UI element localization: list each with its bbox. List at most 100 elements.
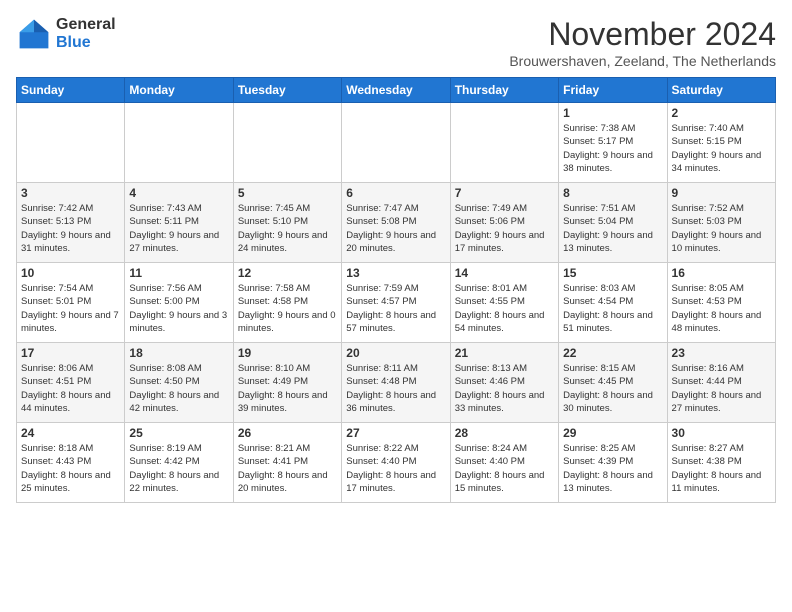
cell-day-number: 21	[455, 346, 554, 360]
cell-info: Sunrise: 7:43 AM Sunset: 5:11 PM Dayligh…	[129, 202, 228, 255]
logo: General Blue	[16, 16, 116, 52]
calendar-cell: 3 Sunrise: 7:42 AM Sunset: 5:13 PM Daylig…	[17, 183, 125, 263]
calendar-cell	[450, 103, 558, 183]
cell-info: Sunrise: 8:03 AM Sunset: 4:54 PM Dayligh…	[563, 282, 662, 335]
cell-day-number: 18	[129, 346, 228, 360]
calendar-cell: 28 Sunrise: 8:24 AM Sunset: 4:40 PM Dayli…	[450, 423, 558, 503]
calendar-cell: 12Sunrise: 7:58 AM Sunset: 4:58 PM Dayli…	[233, 263, 341, 343]
cell-info: Sunrise: 7:59 AM Sunset: 4:57 PM Dayligh…	[346, 282, 445, 335]
cell-day-number: 22	[563, 346, 662, 360]
cell-info: Sunrise: 8:05 AM Sunset: 4:53 PM Dayligh…	[672, 282, 771, 335]
cell-info: Sunrise: 8:08 AM Sunset: 4:50 PM Dayligh…	[129, 362, 228, 415]
cell-info: Sunrise: 8:21 AM Sunset: 4:41 PM Dayligh…	[238, 442, 337, 495]
calendar-cell	[342, 103, 450, 183]
cell-day-number: 4	[129, 186, 228, 200]
cell-info: Sunrise: 7:52 AM Sunset: 5:03 PM Dayligh…	[672, 202, 771, 255]
cell-info: Sunrise: 7:45 AM Sunset: 5:10 PM Dayligh…	[238, 202, 337, 255]
calendar-cell	[125, 103, 233, 183]
cell-day-number: 27	[346, 426, 445, 440]
cell-info: Sunrise: 7:47 AM Sunset: 5:08 PM Dayligh…	[346, 202, 445, 255]
day-header-thursday: Thursday	[450, 78, 558, 103]
calendar-cell: 20 Sunrise: 8:11 AM Sunset: 4:48 PM Dayli…	[342, 343, 450, 423]
location-subtitle: Brouwershaven, Zeeland, The Netherlands	[509, 53, 776, 69]
cell-info: Sunrise: 8:19 AM Sunset: 4:42 PM Dayligh…	[129, 442, 228, 495]
calendar-cell: 23 Sunrise: 8:16 AM Sunset: 4:44 PM Dayli…	[667, 343, 775, 423]
cell-day-number: 28	[455, 426, 554, 440]
logo-text: General Blue	[56, 16, 116, 52]
logo-icon	[16, 16, 52, 52]
calendar-cell: 27 Sunrise: 8:22 AM Sunset: 4:40 PM Dayli…	[342, 423, 450, 503]
calendar-cell: 22 Sunrise: 8:15 AM Sunset: 4:45 PM Dayli…	[559, 343, 667, 423]
calendar-cell: 25Sunrise: 8:19 AM Sunset: 4:42 PM Dayli…	[125, 423, 233, 503]
calendar-cell: 10 Sunrise: 7:54 AM Sunset: 5:01 PM Dayli…	[17, 263, 125, 343]
calendar-table: SundayMondayTuesdayWednesdayThursdayFrid…	[16, 77, 776, 503]
cell-day-number: 15	[563, 266, 662, 280]
cell-day-number: 5	[238, 186, 337, 200]
calendar-cell: 6 Sunrise: 7:47 AM Sunset: 5:08 PM Daylig…	[342, 183, 450, 263]
cell-day-number: 8	[563, 186, 662, 200]
day-header-sunday: Sunday	[17, 78, 125, 103]
cell-info: Sunrise: 8:27 AM Sunset: 4:38 PM Dayligh…	[672, 442, 771, 495]
calendar-cell: 11Sunrise: 7:56 AM Sunset: 5:00 PM Dayli…	[125, 263, 233, 343]
cell-info: Sunrise: 8:16 AM Sunset: 4:44 PM Dayligh…	[672, 362, 771, 415]
calendar-cell: 4 Sunrise: 7:43 AM Sunset: 5:11 PM Daylig…	[125, 183, 233, 263]
cell-day-number: 13	[346, 266, 445, 280]
cell-day-number: 16	[672, 266, 771, 280]
cell-info: Sunrise: 8:11 AM Sunset: 4:48 PM Dayligh…	[346, 362, 445, 415]
day-header-wednesday: Wednesday	[342, 78, 450, 103]
calendar-cell: 15 Sunrise: 8:03 AM Sunset: 4:54 PM Dayli…	[559, 263, 667, 343]
calendar-cell: 2 Sunrise: 7:40 AM Sunset: 5:15 PM Daylig…	[667, 103, 775, 183]
cell-day-number: 10	[21, 266, 120, 280]
cell-day-number: 29	[563, 426, 662, 440]
calendar-cell: 9 Sunrise: 7:52 AM Sunset: 5:03 PM Daylig…	[667, 183, 775, 263]
calendar-cell: 21 Sunrise: 8:13 AM Sunset: 4:46 PM Dayli…	[450, 343, 558, 423]
calendar-cell: 18 Sunrise: 8:08 AM Sunset: 4:50 PM Dayli…	[125, 343, 233, 423]
day-header-saturday: Saturday	[667, 78, 775, 103]
day-header-friday: Friday	[559, 78, 667, 103]
page-header: General Blue November 2024 Brouwershaven…	[16, 16, 776, 69]
calendar-cell: 16 Sunrise: 8:05 AM Sunset: 4:53 PM Dayli…	[667, 263, 775, 343]
cell-info: Sunrise: 7:42 AM Sunset: 5:13 PM Dayligh…	[21, 202, 120, 255]
calendar-cell: 8 Sunrise: 7:51 AM Sunset: 5:04 PM Daylig…	[559, 183, 667, 263]
cell-day-number: 26	[238, 426, 337, 440]
calendar-cell: 19Sunrise: 8:10 AM Sunset: 4:49 PM Dayli…	[233, 343, 341, 423]
cell-day-number: 2	[672, 106, 771, 120]
calendar-cell: 30Sunrise: 8:27 AM Sunset: 4:38 PM Dayli…	[667, 423, 775, 503]
cell-info: Sunrise: 7:51 AM Sunset: 5:04 PM Dayligh…	[563, 202, 662, 255]
cell-day-number: 9	[672, 186, 771, 200]
calendar-cell: 26 Sunrise: 8:21 AM Sunset: 4:41 PM Dayli…	[233, 423, 341, 503]
calendar-cell: 14 Sunrise: 8:01 AM Sunset: 4:55 PM Dayli…	[450, 263, 558, 343]
cell-info: Sunrise: 8:06 AM Sunset: 4:51 PM Dayligh…	[21, 362, 120, 415]
cell-day-number: 11	[129, 266, 228, 280]
cell-day-number: 20	[346, 346, 445, 360]
cell-day-number: 23	[672, 346, 771, 360]
cell-day-number: 17	[21, 346, 120, 360]
cell-day-number: 3	[21, 186, 120, 200]
month-title: November 2024	[509, 16, 776, 53]
cell-info: Sunrise: 7:38 AM Sunset: 5:17 PM Dayligh…	[563, 122, 662, 175]
calendar-cell: 1 Sunrise: 7:38 AM Sunset: 5:17 PM Daylig…	[559, 103, 667, 183]
calendar-cell	[17, 103, 125, 183]
calendar-cell: 13 Sunrise: 7:59 AM Sunset: 4:57 PM Dayli…	[342, 263, 450, 343]
cell-day-number: 6	[346, 186, 445, 200]
cell-day-number: 1	[563, 106, 662, 120]
cell-day-number: 7	[455, 186, 554, 200]
calendar-cell: 17 Sunrise: 8:06 AM Sunset: 4:51 PM Dayli…	[17, 343, 125, 423]
calendar-cell: 7 Sunrise: 7:49 AM Sunset: 5:06 PM Daylig…	[450, 183, 558, 263]
cell-info: Sunrise: 8:15 AM Sunset: 4:45 PM Dayligh…	[563, 362, 662, 415]
calendar-cell: 24Sunrise: 8:18 AM Sunset: 4:43 PM Dayli…	[17, 423, 125, 503]
cell-info: Sunrise: 8:22 AM Sunset: 4:40 PM Dayligh…	[346, 442, 445, 495]
cell-info: Sunrise: 8:01 AM Sunset: 4:55 PM Dayligh…	[455, 282, 554, 335]
day-header-tuesday: Tuesday	[233, 78, 341, 103]
calendar-cell: 5 Sunrise: 7:45 AM Sunset: 5:10 PM Daylig…	[233, 183, 341, 263]
cell-info: Sunrise: 7:54 AM Sunset: 5:01 PM Dayligh…	[21, 282, 120, 335]
cell-info: Sunrise: 7:40 AM Sunset: 5:15 PM Dayligh…	[672, 122, 771, 175]
calendar-cell	[233, 103, 341, 183]
cell-info: Sunrise: 7:49 AM Sunset: 5:06 PM Dayligh…	[455, 202, 554, 255]
cell-info: Sunrise: 8:24 AM Sunset: 4:40 PM Dayligh…	[455, 442, 554, 495]
cell-info: Sunrise: 8:13 AM Sunset: 4:46 PM Dayligh…	[455, 362, 554, 415]
cell-day-number: 12	[238, 266, 337, 280]
cell-info: Sunrise: 8:10 AM Sunset: 4:49 PM Dayligh…	[238, 362, 337, 415]
cell-day-number: 14	[455, 266, 554, 280]
cell-info: Sunrise: 8:18 AM Sunset: 4:43 PM Dayligh…	[21, 442, 120, 495]
